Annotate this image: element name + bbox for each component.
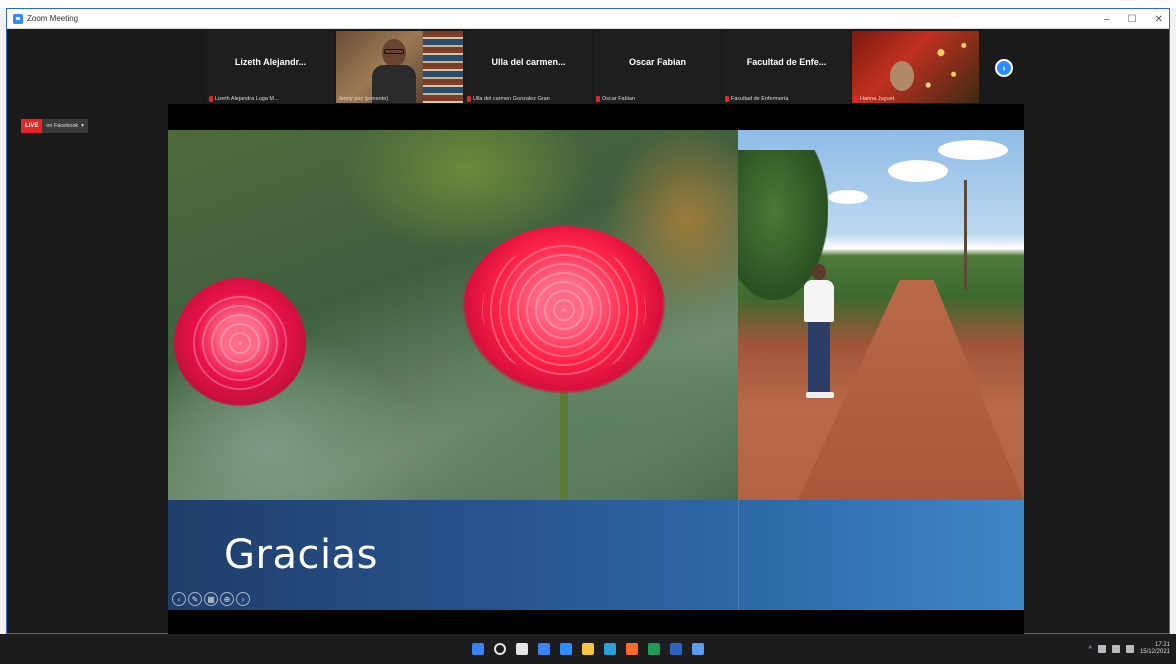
system-tray: ^ 17:21 15/12/2021 [1089,634,1170,664]
muted-mic-icon [725,96,729,102]
next-slide-icon[interactable]: › [236,592,250,606]
chevron-down-icon: ▾ [81,123,84,129]
participant-footer: Lizeth Alejandra Luga M... [209,96,332,102]
minimize-button[interactable]: – [1104,14,1110,25]
participant-name: Facultad de Enfe... [746,57,827,67]
live-stream-indicator[interactable]: LIVE on Facebook ▾ [21,119,88,133]
zoom-app-icon [13,13,23,24]
flower-stem [560,384,568,500]
participant-footer-label: Jenny paz (ponente) [338,96,389,102]
participant-tile-video[interactable]: Jenny paz (ponente) [336,31,463,103]
road-photo [738,130,1024,500]
slides-icon[interactable]: ▦ [204,592,218,606]
presentation-slide: Gracias ‹ ✎ ▦ ⊕ › [168,130,1024,610]
participant-footer-label: Oscar Fabian [602,96,636,102]
participant-footer: Ulla del carmen Gonzalez Gran [467,96,590,102]
muted-mic-icon [209,96,213,102]
widgets-icon[interactable] [538,643,550,655]
participant-footer-label: Facultad de Enfermería [731,96,789,102]
screen: Zoom Meeting – ☐ ✕ Lizeth Alejandr... Li… [0,0,1176,664]
participant-footer: Jenny paz (ponente) [338,96,461,102]
participant-video [890,61,914,91]
participant-tile-video[interactable]: Hanna Juguet [852,31,979,103]
christmas-tree-background [852,31,979,103]
clock-time: 17:21 [1154,642,1170,649]
word-icon[interactable] [670,643,682,655]
search-icon[interactable] [494,643,506,655]
participant-footer: Oscar Fabian [596,96,719,102]
top-strip [0,0,1176,8]
participant-footer: Hanna Juguet [854,96,977,102]
flowers-photo [168,130,738,500]
muted-mic-icon [596,96,600,102]
clock[interactable]: 17:21 15/12/2021 [1140,642,1170,655]
chevron-up-icon[interactable]: ^ [1089,646,1092,653]
participant-tile[interactable]: Ulla del carmen... Ulla del carmen Gonza… [465,31,592,103]
large-flower [462,226,666,394]
file-explorer-icon[interactable] [582,643,594,655]
taskbar-icons [472,643,704,655]
network-icon[interactable] [1097,645,1106,653]
standing-person [798,264,842,406]
close-button[interactable]: ✕ [1155,14,1163,25]
taskbar: ^ 17:21 15/12/2021 [0,634,1176,664]
participant-video [372,39,416,103]
slide-title: Gracias [224,532,378,578]
next-page-button[interactable]: › [995,59,1013,77]
start-icon[interactable] [472,643,484,655]
live-platform[interactable]: on Facebook ▾ [42,119,88,133]
taskview-icon[interactable] [516,643,528,655]
firefox-icon[interactable] [626,643,638,655]
participant-tile[interactable]: Facultad de Enfe... Facultad de Enfermer… [723,31,850,103]
participant-tile[interactable]: Oscar Fabian Oscar Fabian [594,31,721,103]
bookshelf-background [423,31,463,103]
zoom-icon[interactable]: ⊕ [220,592,234,606]
participant-tile[interactable]: Lizeth Alejandr... Lizeth Alejandra Luga… [207,31,334,103]
maximize-button[interactable]: ☐ [1128,14,1137,25]
title-bar: Zoom Meeting – ☐ ✕ [7,9,1169,29]
muted-mic-icon [467,96,471,102]
band-divider [738,500,739,610]
utility-pole [964,180,967,290]
small-flower [174,278,306,408]
window-controls: – ☐ ✕ [1104,9,1163,29]
live-platform-label: on Facebook [46,123,79,129]
participant-footer-label: Lizeth Alejandra Luga M... [215,96,279,102]
chevron-right-icon: › [1002,63,1006,73]
volume-icon[interactable] [1111,645,1120,653]
participant-strip: Lizeth Alejandr... Lizeth Alejandra Luga… [207,31,1007,103]
clock-date: 15/12/2021 [1139,649,1170,655]
previous-slide-icon[interactable]: ‹ [172,592,186,606]
pen-icon[interactable]: ✎ [188,592,202,606]
live-badge: LIVE [21,119,43,133]
participant-footer-label: Hanna Juguet [860,96,895,102]
participant-name: Lizeth Alejandr... [234,57,307,67]
shared-screen: Gracias ‹ ✎ ▦ ⊕ › [168,104,1024,636]
participant-footer: Facultad de Enfermería [725,96,848,102]
slideshow-toolbar: ‹ ✎ ▦ ⊕ › [172,592,250,606]
store-icon[interactable] [692,643,704,655]
excel-icon[interactable] [648,643,660,655]
edge-icon[interactable] [604,643,616,655]
window-title: Zoom Meeting [27,14,79,23]
slide-title-band: Gracias ‹ ✎ ▦ ⊕ › [168,500,1024,610]
participant-footer-label: Ulla del carmen Gonzalez Gran [473,96,550,102]
participant-name: Ulla del carmen... [491,57,566,67]
battery-icon[interactable] [1125,645,1134,653]
zoom-icon[interactable] [560,643,572,655]
participant-name: Oscar Fabian [628,57,687,67]
muted-mic-icon [854,96,858,102]
